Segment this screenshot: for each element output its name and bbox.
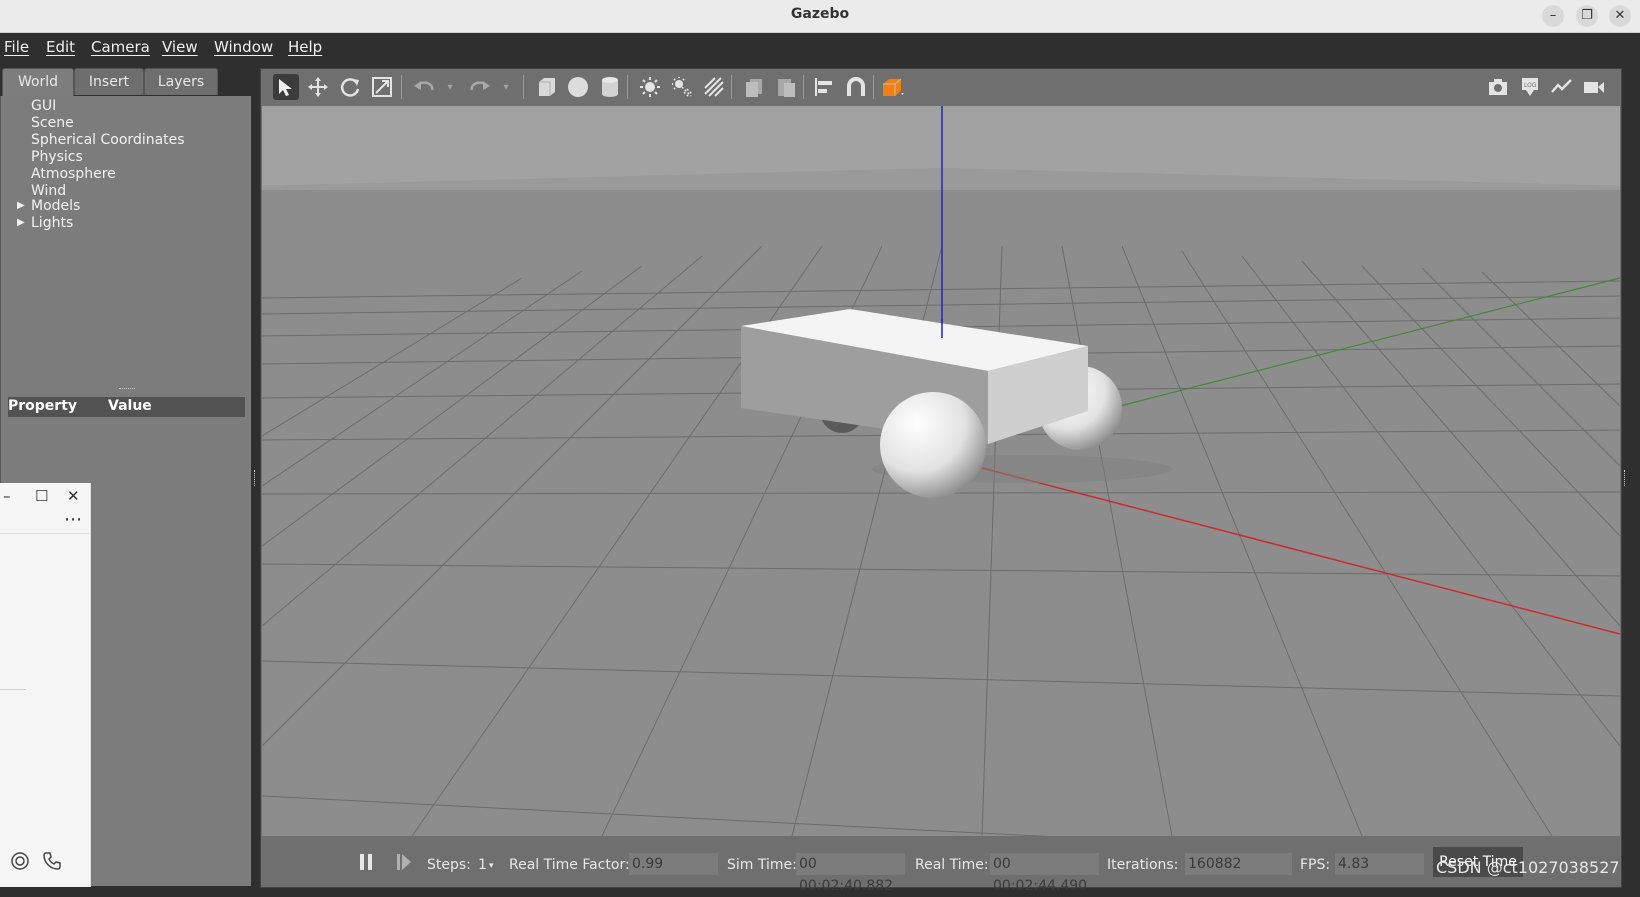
view-angle-icon[interactable]: [881, 74, 907, 100]
redo-dropdown-icon[interactable]: ▾: [493, 74, 519, 100]
watermark: CSDN @ct1027038527: [1436, 858, 1620, 877]
sim-time-value: 00 00:02:40.882: [796, 853, 905, 894]
directional-light-icon[interactable]: [701, 74, 727, 100]
toolbar-separator: [731, 75, 732, 99]
front-wheel-sphere: [880, 392, 986, 498]
iterations-value: 160882: [1185, 853, 1292, 875]
menu-bar: File Edit Camera View Window Help: [0, 33, 1640, 61]
svg-text:LOG: LOG: [1524, 82, 1537, 89]
sphere-icon[interactable]: [565, 74, 591, 100]
menu-camera[interactable]: Camera: [91, 38, 150, 56]
right-splitter-handle[interactable]: [1624, 470, 1627, 486]
undo-icon[interactable]: [411, 74, 437, 100]
steps-value[interactable]: 1: [478, 857, 487, 873]
cylinder-icon[interactable]: [597, 74, 623, 100]
real-time-value: 00 00:02:44.490: [990, 853, 1099, 894]
pause-icon[interactable]: [353, 849, 379, 875]
overlay-minimize-button[interactable]: –: [3, 487, 11, 505]
log-icon[interactable]: LOG: [1517, 74, 1543, 100]
menu-file[interactable]: File: [4, 38, 29, 56]
tree-item-gui[interactable]: GUI: [31, 98, 56, 114]
overlay-maximize-button[interactable]: ☐: [35, 487, 48, 505]
snap-icon[interactable]: [843, 74, 869, 100]
undo-dropdown-icon[interactable]: ▾: [437, 74, 463, 100]
overlay-window: – ☐ ✕ ⋯: [0, 483, 91, 887]
tree-item-physics[interactable]: Physics: [31, 149, 83, 165]
overlay-divider: [0, 689, 26, 690]
sim-time-label: Sim Time:: [727, 857, 797, 873]
paste-icon[interactable]: [773, 74, 799, 100]
select-arrow-icon[interactable]: [273, 74, 299, 100]
rotate-icon[interactable]: [337, 74, 363, 100]
minimize-button[interactable]: –: [1542, 5, 1564, 27]
menu-window[interactable]: Window: [214, 38, 273, 56]
overlay-divider: [0, 533, 90, 534]
overlay-close-button[interactable]: ✕: [67, 487, 80, 505]
value-column-header: Value: [108, 398, 152, 414]
box-icon[interactable]: [533, 74, 559, 100]
close-button[interactable]: ✕: [1609, 5, 1631, 27]
video-icon[interactable]: [1581, 74, 1607, 100]
toolbar: ▾ ▾ LOG: [261, 69, 1621, 105]
iterations-label: Iterations:: [1107, 857, 1179, 873]
target-icon[interactable]: [10, 851, 30, 875]
translate-icon[interactable]: [305, 74, 331, 100]
real-time-label: Real Time:: [915, 857, 989, 873]
tree-item-atmosphere[interactable]: Atmosphere: [31, 166, 116, 182]
steps-label: Steps:: [427, 857, 471, 873]
more-options-icon[interactable]: ⋯: [64, 509, 82, 530]
toolbar-separator: [873, 75, 874, 99]
restore-button[interactable]: ❐: [1576, 5, 1598, 27]
tree-item-spherical-coordinates[interactable]: Spherical Coordinates: [31, 132, 185, 148]
left-splitter-handle[interactable]: [254, 470, 257, 486]
title-bar: Gazebo – ❐ ✕: [0, 0, 1640, 33]
expand-arrow-icon[interactable]: ▶: [17, 217, 25, 228]
simulation-status-bar: Steps: 1 ▾ Real Time Factor: 0.99 Sim Ti…: [261, 837, 1621, 894]
toolbar-separator: [803, 75, 804, 99]
tab-layers[interactable]: Layers: [144, 68, 218, 95]
phone-icon[interactable]: [42, 851, 62, 875]
step-forward-icon[interactable]: [391, 849, 417, 875]
point-light-icon[interactable]: [637, 74, 663, 100]
scale-icon[interactable]: [369, 74, 395, 100]
tab-insert[interactable]: Insert: [74, 68, 144, 95]
fps-label: FPS:: [1300, 857, 1331, 873]
3d-scene-viewport[interactable]: [262, 106, 1620, 836]
tree-item-scene[interactable]: Scene: [31, 115, 74, 131]
tree-item-lights[interactable]: Lights: [31, 215, 73, 231]
align-icon[interactable]: [811, 74, 837, 100]
copy-icon[interactable]: [741, 74, 767, 100]
menu-view[interactable]: View: [162, 38, 198, 56]
tree-item-wind[interactable]: Wind: [31, 183, 66, 199]
toolbar-separator: [523, 75, 524, 99]
property-column-header: Property: [8, 398, 78, 414]
screenshot-icon[interactable]: [1485, 74, 1511, 100]
menu-help[interactable]: Help: [288, 38, 322, 56]
real-time-factor-label: Real Time Factor:: [509, 857, 630, 873]
steps-dropdown-icon[interactable]: ▾: [489, 861, 494, 871]
viewport-frame: ▾ ▾ LOG Steps: 1 ▾ Real Time Factor: 0.9…: [260, 68, 1622, 894]
spot-light-icon[interactable]: [669, 74, 695, 100]
tree-item-models[interactable]: Models: [31, 198, 80, 214]
tab-world[interactable]: World: [2, 68, 74, 98]
property-table-header: Property Value: [8, 397, 245, 417]
toolbar-separator: [401, 75, 402, 99]
plot-icon[interactable]: [1549, 74, 1575, 100]
panel-splitter-handle[interactable]: [119, 388, 135, 392]
fps-value: 4.83: [1335, 853, 1424, 875]
redo-icon[interactable]: [467, 74, 493, 100]
window-title: Gazebo: [790, 6, 850, 22]
toolbar-separator: [627, 75, 628, 99]
real-time-factor-value: 0.99: [629, 853, 718, 875]
menu-edit[interactable]: Edit: [46, 38, 75, 56]
expand-arrow-icon[interactable]: ▶: [17, 200, 25, 211]
